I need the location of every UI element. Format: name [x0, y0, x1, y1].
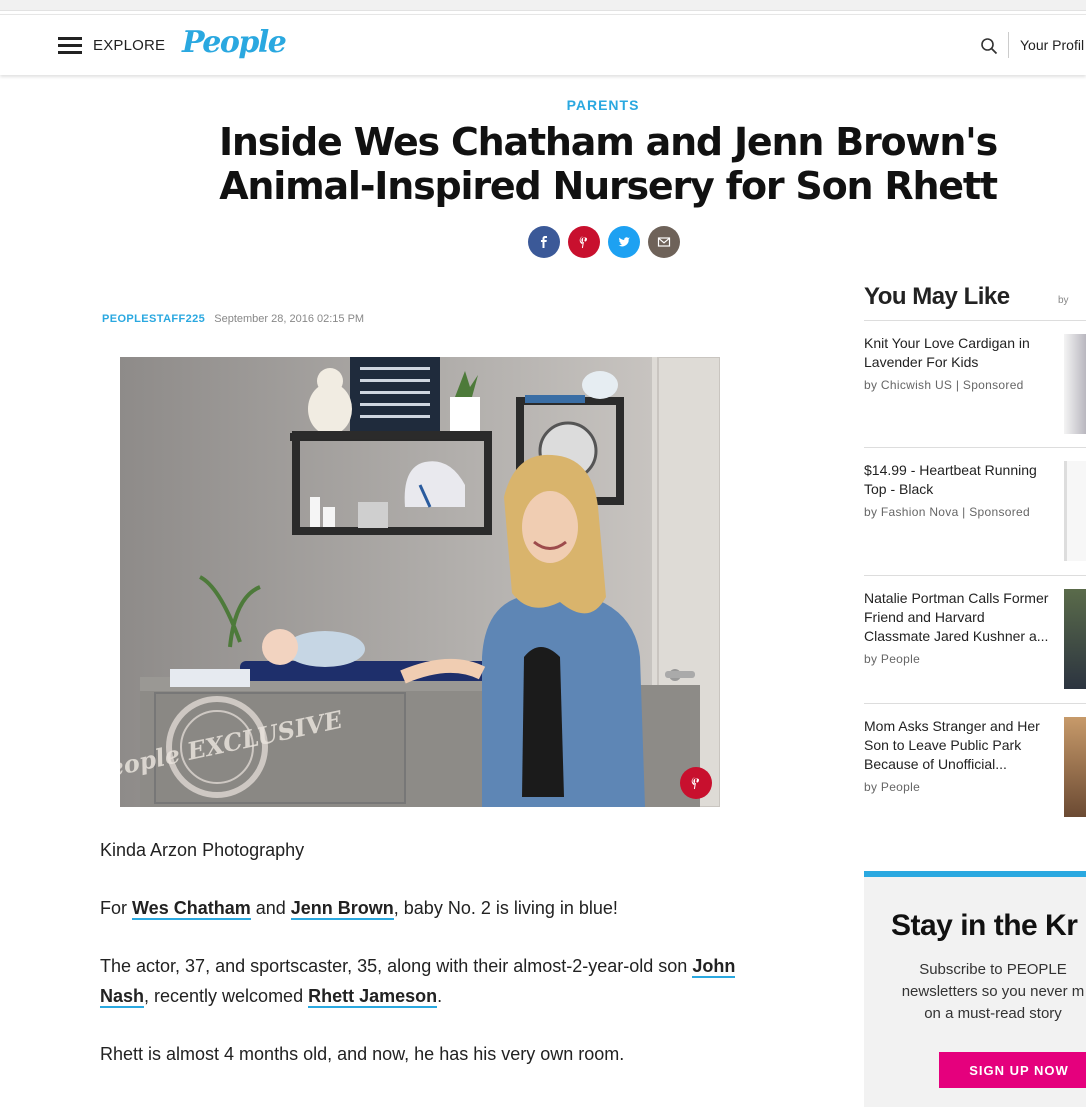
article-headline: Inside Wes Chatham and Jenn Brown's Anim…	[218, 120, 998, 208]
pinterest-icon	[579, 235, 587, 249]
search-icon[interactable]	[980, 37, 998, 55]
sidebar-item-thumbnail[interactable]	[1064, 589, 1086, 689]
sidebar-item-title[interactable]: Natalie Portman Calls Former Friend and …	[864, 589, 1054, 646]
sponsor-by-label[interactable]: by	[1058, 295, 1069, 306]
email-share-button[interactable]	[648, 226, 680, 258]
link-jenn-brown[interactable]: Jenn Brown	[290, 898, 394, 920]
twitter-icon	[618, 237, 630, 247]
twitter-share-button[interactable]	[608, 226, 640, 258]
author-link[interactable]: PEOPLESTAFF225	[102, 313, 205, 325]
sidebar-item-title[interactable]: Knit Your Love Cardigan in Lavender For …	[864, 334, 1054, 372]
sidebar-item[interactable]: $14.99 - Heartbeat Running Top - Black b…	[864, 461, 1086, 561]
newsletter-line: Subscribe to PEOPLE	[919, 961, 1067, 978]
sidebar-item-thumbnail[interactable]	[1064, 461, 1086, 561]
newsletter-line: newsletters so you never m	[901, 983, 1085, 1000]
nursery-photo-illustration: People EXCLUSIVE	[120, 357, 720, 807]
sidebar-divider	[864, 320, 1086, 321]
sidebar-item-title[interactable]: Mom Asks Stranger and Her Son to Leave P…	[864, 717, 1054, 774]
newsletter-title: Stay in the Kr	[891, 909, 1078, 942]
photo-credit: Kinda Arzon Photography	[100, 840, 305, 860]
menu-icon[interactable]	[58, 37, 82, 55]
paragraph-text: The actor, 37, and sportscaster, 35, alo…	[100, 956, 693, 976]
sidebar-divider	[864, 447, 1086, 448]
sign-up-button[interactable]: SIGN UP NOW	[939, 1052, 1086, 1088]
header-divider	[1008, 32, 1009, 58]
paragraph-text: For	[100, 898, 133, 918]
article-category[interactable]: PARENTS	[0, 97, 1086, 113]
link-rhett-jameson[interactable]: Rhett Jameson	[308, 986, 438, 1008]
article-paragraph-2: The actor, 37, and sportscaster, 35, alo…	[100, 951, 740, 1011]
sidebar-item-source: by People	[864, 652, 921, 666]
article-paragraph-3: Rhett is almost 4 months old, and now, h…	[100, 1044, 625, 1064]
paragraph-text: and	[250, 898, 291, 918]
article-photo: People EXCLUSIVE	[120, 357, 720, 807]
facebook-share-button[interactable]	[528, 226, 560, 258]
pinterest-icon	[691, 776, 699, 790]
your-profile-link[interactable]: Your Profil	[1020, 37, 1084, 53]
explore-menu-label[interactable]: EXPLORE	[93, 37, 165, 54]
paragraph-text: .	[437, 986, 443, 1006]
publish-date: September 28, 2016 02:15 PM	[214, 313, 365, 325]
paragraph-text: , recently welcomed	[144, 986, 309, 1006]
sidebar-item-thumbnail[interactable]	[1064, 717, 1086, 817]
link-wes-chatham[interactable]: Wes Chatham	[132, 898, 251, 920]
site-header: EXPLORE People Your Profil	[0, 14, 1086, 75]
article-paragraph-1: For Wes Chatham and Jenn Brown, baby No.…	[100, 893, 740, 923]
sidebar-item[interactable]: Mom Asks Stranger and Her Son to Leave P…	[864, 717, 1086, 817]
you-may-like-heading: You May Like	[864, 283, 1010, 310]
sidebar-item-source: by Fashion Nova | Sponsored	[864, 505, 1030, 519]
sidebar-item-thumbnail[interactable]	[1064, 334, 1086, 434]
sidebar-item-source: by Chicwish US | Sponsored	[864, 378, 1024, 392]
newsletter-line: on a must-read story	[924, 1005, 1062, 1022]
pinterest-share-button[interactable]	[568, 226, 600, 258]
newsletter-description: Subscribe to PEOPLE newsletters so you n…	[878, 959, 1086, 1025]
sidebar-divider	[864, 575, 1086, 576]
paragraph-text: , baby No. 2 is living in blue!	[393, 898, 618, 918]
pin-image-button[interactable]	[680, 767, 712, 799]
facebook-icon	[541, 236, 547, 248]
email-icon	[657, 237, 671, 247]
byline: PEOPLESTAFF225 September 28, 2016 02:15 …	[102, 313, 364, 325]
people-logo[interactable]: People	[182, 25, 287, 60]
browser-strip	[0, 0, 1086, 11]
sidebar-divider	[864, 703, 1086, 704]
newsletter-signup-box: Stay in the Kr Subscribe to PEOPLE newsl…	[864, 871, 1086, 1107]
sidebar-item[interactable]: Knit Your Love Cardigan in Lavender For …	[864, 334, 1086, 434]
sidebar-item[interactable]: Natalie Portman Calls Former Friend and …	[864, 589, 1086, 689]
sidebar-item-title[interactable]: $14.99 - Heartbeat Running Top - Black	[864, 461, 1054, 499]
sidebar-item-source: by People	[864, 780, 921, 794]
